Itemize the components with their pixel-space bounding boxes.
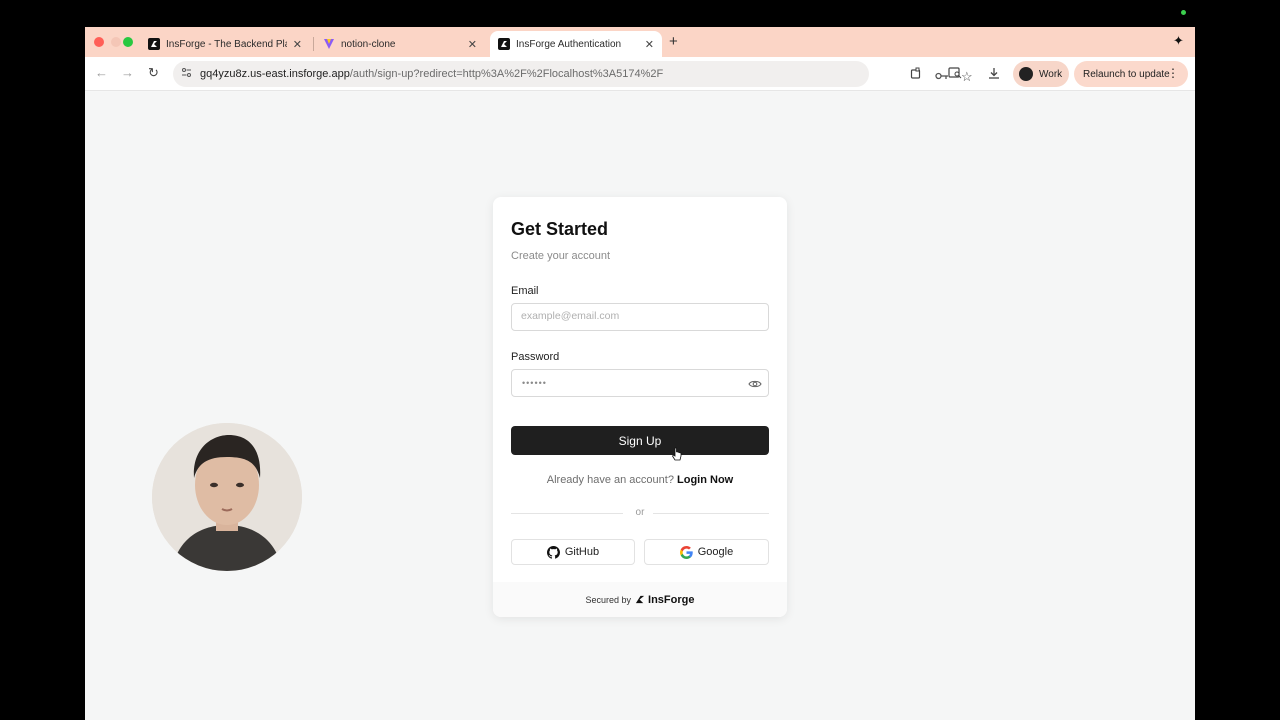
maximize-window-button[interactable] xyxy=(123,37,133,47)
relaunch-button[interactable]: Relaunch to update ⋮ xyxy=(1074,61,1188,87)
brand-name: InsForge xyxy=(648,593,695,606)
url-path: /auth/sign-up?redirect=http%3A%2F%2Floca… xyxy=(349,68,664,80)
insforge-icon xyxy=(148,38,160,50)
secured-by-text: Secured by xyxy=(585,594,632,605)
profile-label: Work xyxy=(1039,68,1063,80)
screen-frame: InsForge - The Backend Platf ✕ notion-cl… xyxy=(0,0,1280,720)
tab-title: notion-clone xyxy=(341,38,396,50)
bookmark-star-icon[interactable]: ☆ xyxy=(961,69,973,85)
already-label: Already have an account? xyxy=(546,474,674,486)
divider-right xyxy=(653,513,769,514)
download-icon[interactable] xyxy=(988,67,1000,82)
login-now-link[interactable]: Login Now xyxy=(677,474,733,486)
profile-avatar-icon xyxy=(1019,67,1033,81)
url-host: gq4yzu8z.us-east.insforge.app xyxy=(200,68,350,80)
tab-strip: InsForge - The Backend Platf ✕ notion-cl… xyxy=(85,27,1195,57)
back-arrow-icon[interactable]: ← xyxy=(95,65,108,80)
github-button[interactable]: GitHub xyxy=(511,539,635,565)
page-content: Get Started Create your account Email Pa… xyxy=(85,92,1195,720)
forward-arrow-icon[interactable]: → xyxy=(121,65,134,80)
google-button[interactable]: Google xyxy=(644,539,769,565)
email-field[interactable] xyxy=(521,310,746,322)
tab-search-icon[interactable] xyxy=(948,67,962,82)
new-tab-button[interactable]: + xyxy=(669,33,678,50)
password-field[interactable]: •••••• xyxy=(511,369,769,397)
sparkle-icon[interactable]: ✦ xyxy=(1173,33,1184,49)
address-bar[interactable]: gq4yzu8z.us-east.insforge.app/auth/sign-… xyxy=(173,61,973,87)
password-mask: •••••• xyxy=(522,378,547,388)
tab-insforge-auth[interactable]: InsForge Authentication ✕ xyxy=(490,31,662,57)
email-label: Email xyxy=(511,285,539,297)
profile-button[interactable]: Work xyxy=(1013,61,1069,87)
close-tab-icon[interactable]: ✕ xyxy=(468,38,477,51)
signup-card: Get Started Create your account Email Pa… xyxy=(493,197,787,617)
mouse-pointer-icon xyxy=(671,447,682,461)
secured-by-footer: Secured by InsForge xyxy=(493,582,787,617)
more-menu-icon[interactable]: ⋮ xyxy=(1167,66,1179,80)
tab-title: InsForge Authentication xyxy=(516,38,622,50)
browser-window: InsForge - The Backend Platf ✕ notion-cl… xyxy=(85,27,1195,720)
tab-separator xyxy=(313,37,314,51)
close-tab-icon[interactable]: ✕ xyxy=(645,38,654,51)
reload-icon[interactable]: ↻ xyxy=(148,65,159,81)
tab-insforge-platform[interactable]: InsForge - The Backend Platf ✕ xyxy=(140,31,310,57)
insforge-icon xyxy=(498,38,510,50)
email-field-wrapper xyxy=(511,303,769,331)
relaunch-label: Relaunch to update xyxy=(1083,68,1170,80)
webcam-person-image xyxy=(152,423,302,571)
insforge-brand: InsForge xyxy=(635,594,694,606)
github-icon xyxy=(546,545,560,559)
tab-notion-clone[interactable]: notion-clone ✕ xyxy=(315,31,485,57)
browser-toolbar: ← → ↻ gq4yzu8z.us-east.insforge.app/auth… xyxy=(85,57,1195,91)
show-password-eye-icon[interactable] xyxy=(748,377,762,391)
sign-up-button[interactable]: Sign Up xyxy=(511,426,769,455)
extensions-icon[interactable] xyxy=(910,67,922,82)
already-account-text: Already have an account? Login Now xyxy=(493,474,787,486)
google-icon xyxy=(679,545,693,559)
insforge-logo-icon xyxy=(635,595,645,604)
github-label: GitHub xyxy=(564,546,600,558)
close-tab-icon[interactable]: ✕ xyxy=(293,38,302,51)
site-settings-icon[interactable] xyxy=(181,67,192,81)
vite-icon xyxy=(323,38,335,50)
page-subtitle: Create your account xyxy=(511,250,611,262)
password-key-icon[interactable] xyxy=(935,71,949,83)
url-text: gq4yzu8z.us-east.insforge.app/auth/sign-… xyxy=(200,68,663,80)
close-window-button[interactable] xyxy=(94,37,104,47)
password-label: Password xyxy=(511,351,560,363)
tab-title: InsForge - The Backend Platf xyxy=(166,38,287,50)
google-label: Google xyxy=(697,546,734,558)
page-title: Get Started xyxy=(511,219,609,239)
webcam-overlay xyxy=(152,423,302,571)
recording-indicator xyxy=(1181,10,1186,15)
minimize-window-button[interactable] xyxy=(111,37,121,47)
